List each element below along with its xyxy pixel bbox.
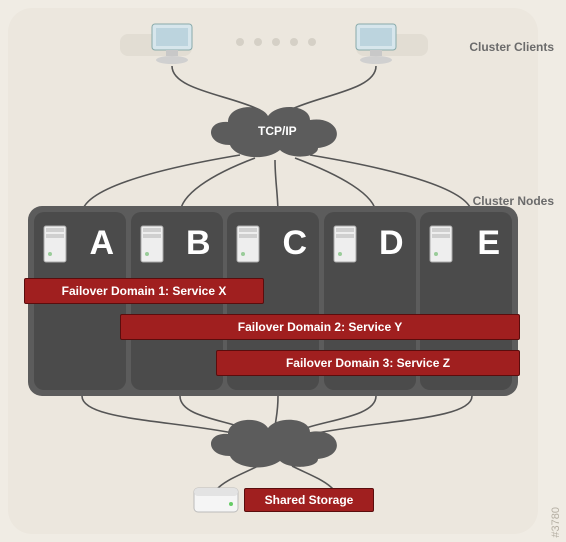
failover-domain-bar: Failover Domain 1: Service X [24, 278, 264, 304]
server-icon [235, 224, 263, 266]
cloud-storage-network [200, 414, 350, 470]
label-tcpip: TCP/IP [258, 124, 297, 138]
server-icon [428, 224, 456, 266]
failover-domain-bar: Failover Domain 3: Service Z [216, 350, 520, 376]
server-icon [332, 224, 360, 266]
document-number: #3780 [550, 507, 562, 538]
client-computer-icon [352, 22, 400, 66]
label-cluster-clients: Cluster Clients [469, 40, 554, 54]
storage-icon [192, 482, 240, 516]
ellipsis-dots [236, 38, 316, 54]
server-icon [139, 224, 167, 266]
server-icon [42, 224, 70, 266]
node-letter: B [186, 224, 211, 263]
client-computer-icon [148, 22, 196, 66]
node-letter: C [282, 224, 307, 263]
node-letter: D [379, 224, 404, 263]
failover-domain-bar: Failover Domain 2: Service Y [120, 314, 520, 340]
node-letter: A [89, 224, 114, 263]
node-letter: E [477, 224, 500, 263]
label-shared-storage: Shared Storage [244, 488, 374, 512]
